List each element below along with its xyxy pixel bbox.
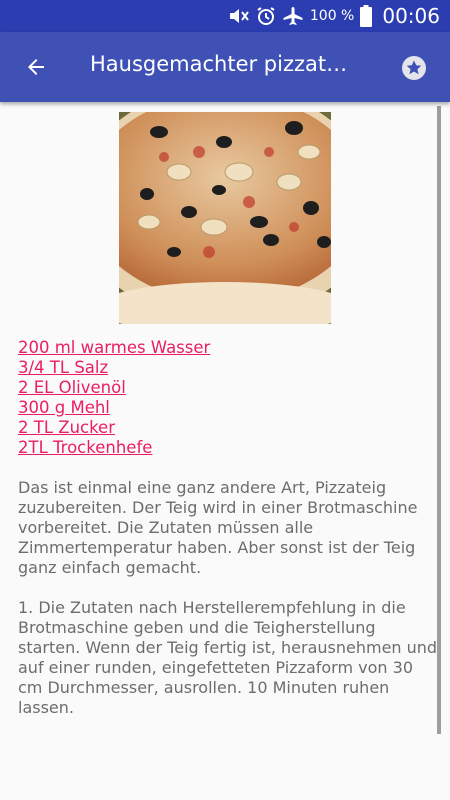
back-button[interactable] xyxy=(18,49,54,85)
ingredient-link[interactable]: 200 ml warmes Wasser xyxy=(18,338,428,358)
airplane-mode-icon xyxy=(282,6,304,26)
page-title: Hausgemachter pizzat… xyxy=(90,52,348,76)
recipe-content[interactable]: 200 ml warmes Wasser 3/4 TL Salz 2 EL Ol… xyxy=(0,102,450,800)
status-icons: 100 % 00:06 xyxy=(228,0,440,32)
clock: 00:06 xyxy=(382,4,440,28)
status-bar: 100 % 00:06 xyxy=(0,0,450,32)
scrollbar[interactable] xyxy=(437,106,441,734)
star-icon xyxy=(402,56,426,80)
ingredient-link[interactable]: 2 EL Olivenöl xyxy=(18,378,428,398)
ingredient-list: 200 ml warmes Wasser 3/4 TL Salz 2 EL Ol… xyxy=(18,338,428,458)
arrow-back-icon xyxy=(28,59,44,75)
ingredient-link[interactable]: 2 TL Zucker xyxy=(18,418,428,438)
favorite-button[interactable] xyxy=(398,52,430,84)
battery-icon xyxy=(360,5,373,27)
app-bar: Hausgemachter pizzat… xyxy=(0,32,450,102)
alarm-icon xyxy=(256,6,276,26)
ingredient-link[interactable]: 3/4 TL Salz xyxy=(18,358,428,378)
ingredient-link[interactable]: 300 g Mehl xyxy=(18,398,428,418)
battery-percent: 100 % xyxy=(309,8,355,24)
recipe-description: Das ist einmal eine ganz andere Art, Piz… xyxy=(18,478,438,717)
ingredient-link[interactable]: 2TL Trockenhefe xyxy=(18,438,428,458)
recipe-image xyxy=(119,112,331,324)
mute-icon xyxy=(228,7,250,25)
